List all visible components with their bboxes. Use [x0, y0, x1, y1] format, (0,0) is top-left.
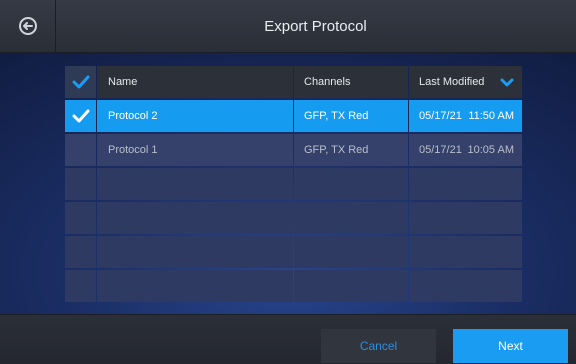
next-button[interactable]: Next — [453, 329, 568, 363]
empty-cell — [65, 168, 96, 200]
empty-cell — [294, 168, 408, 200]
empty-cell — [65, 236, 96, 268]
title-bar: Export Protocol — [0, 0, 576, 53]
protocol-time: 11:50 AM — [468, 110, 514, 122]
protocol-channels: GFP, TX Red — [294, 100, 408, 132]
empty-cell — [294, 202, 408, 234]
empty-cell — [97, 236, 293, 268]
page-title: Export Protocol — [264, 17, 367, 35]
empty-cell — [294, 236, 408, 268]
checkmark-icon — [72, 109, 89, 123]
column-header-last-modified[interactable]: Last Modified — [409, 66, 522, 98]
protocol-date: 05/17/21 — [419, 144, 462, 156]
empty-cell — [409, 168, 522, 200]
table-header-row: Name Channels Last Modified — [65, 66, 523, 98]
protocol-time: 10:05 AM — [467, 144, 514, 156]
cancel-button[interactable]: Cancel — [321, 329, 436, 363]
back-arrow-icon — [18, 17, 37, 35]
protocol-date: 05/17/21 — [419, 110, 462, 122]
empty-cell — [294, 270, 408, 302]
empty-cell — [97, 202, 293, 234]
protocol-table: Name Channels Last Modified Protocol 2 G… — [65, 66, 523, 304]
empty-cell — [409, 236, 522, 268]
back-button[interactable] — [0, 0, 56, 52]
protocol-name: Protocol 2 — [97, 100, 293, 132]
row-checkbox[interactable] — [65, 100, 96, 132]
empty-cell — [65, 202, 96, 234]
column-header-last-modified-label: Last Modified — [419, 76, 485, 88]
protocol-last-modified: 05/17/21 11:50 AM — [409, 100, 522, 132]
row-checkbox[interactable] — [65, 134, 96, 166]
table-row[interactable]: Protocol 1 GFP, TX Red 05/17/21 10:05 AM — [65, 134, 523, 166]
protocol-last-modified: 05/17/21 10:05 AM — [409, 134, 522, 166]
checkmark-icon — [72, 75, 89, 89]
empty-row — [65, 270, 523, 302]
select-all-checkbox[interactable] — [65, 66, 96, 98]
empty-row — [65, 202, 523, 234]
empty-cell — [65, 270, 96, 302]
protocol-channels: GFP, TX Red — [294, 134, 408, 166]
chevron-down-icon[interactable] — [500, 78, 514, 87]
column-header-name[interactable]: Name — [97, 66, 293, 98]
column-header-channels[interactable]: Channels — [294, 66, 408, 98]
empty-cell — [97, 168, 293, 200]
protocol-name: Protocol 1 — [97, 134, 293, 166]
empty-row — [65, 168, 523, 200]
empty-row — [65, 236, 523, 268]
table-row[interactable]: Protocol 2 GFP, TX Red 05/17/21 11:50 AM — [65, 100, 523, 132]
empty-cell — [97, 270, 293, 302]
empty-cell — [409, 202, 522, 234]
empty-cell — [409, 270, 522, 302]
